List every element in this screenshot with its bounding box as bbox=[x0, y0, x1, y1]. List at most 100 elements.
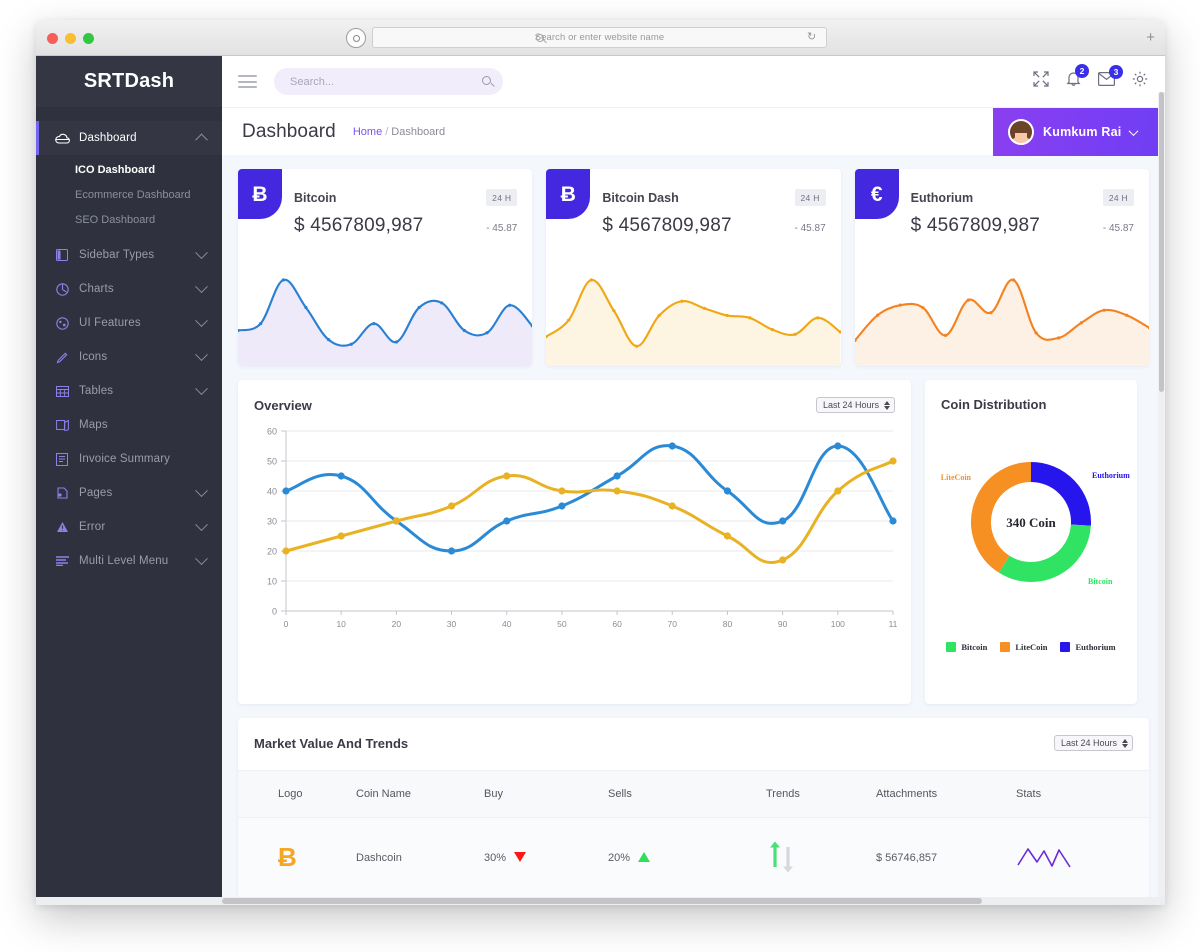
market-table: Logo Coin Name Buy Sells Trends Attachme… bbox=[238, 770, 1149, 898]
gear-icon[interactable] bbox=[1132, 71, 1148, 92]
sidebar-item-ui-features[interactable]: UI Features bbox=[36, 306, 222, 340]
sidebar-item-label: Maps bbox=[79, 419, 108, 431]
svg-text:10: 10 bbox=[336, 619, 346, 629]
svg-text:50: 50 bbox=[267, 457, 277, 467]
sidebar-item-label: Sidebar Types bbox=[79, 249, 155, 261]
sidebar-item-label: Pages bbox=[79, 487, 113, 499]
coin-period-badge: 24 H bbox=[1102, 189, 1134, 206]
brand-logo[interactable]: SRTDash bbox=[36, 56, 222, 107]
brand-text: SRTDash bbox=[83, 70, 175, 92]
hamburger-icon[interactable] bbox=[238, 72, 257, 92]
svg-text:0: 0 bbox=[284, 619, 289, 629]
legend-item[interactable]: Bitcoin bbox=[946, 642, 987, 652]
sidebar-item-tables[interactable]: Tables bbox=[36, 374, 222, 408]
sidebar-item-sidebar-types[interactable]: Sidebar Types bbox=[36, 238, 222, 272]
coin-symbol: Ƀ bbox=[560, 182, 576, 206]
coin-card-euthorium[interactable]: € Euthorium 24 H $ 4567809,987 - 45.87 bbox=[854, 169, 1149, 366]
table-header-row: Logo Coin Name Buy Sells Trends Attachme… bbox=[238, 770, 1149, 818]
sidebar-item-charts[interactable]: Charts bbox=[36, 272, 222, 306]
donut-legend: Bitcoin LiteCoin Euthorium bbox=[925, 642, 1137, 652]
user-menu[interactable]: Kumkum Rai bbox=[993, 108, 1165, 156]
sidebar-item-multi-level-menu[interactable]: Multi Level Menu bbox=[36, 544, 222, 578]
cell-coin-name: Dashcoin bbox=[356, 817, 484, 898]
table-row[interactable]: Ƀ Dashcoin 30% 20% $ 56746,857 bbox=[238, 817, 1149, 898]
legend-label: Bitcoin bbox=[961, 642, 988, 652]
coin-price: $ 4567809,987 bbox=[910, 215, 1041, 236]
period-label: Last 24 Hours bbox=[1060, 738, 1117, 748]
fullscreen-icon[interactable] bbox=[1033, 71, 1049, 92]
svg-text:11: 11 bbox=[889, 619, 898, 629]
envelope-badge: 3 bbox=[1109, 65, 1123, 79]
sells-value: 20% bbox=[608, 851, 631, 864]
chevron-down-icon bbox=[195, 279, 208, 293]
envelope-icon[interactable]: 3 bbox=[1098, 65, 1123, 91]
reload-icon[interactable]: ↻ bbox=[807, 32, 818, 43]
search-input[interactable] bbox=[274, 68, 503, 95]
search-icon[interactable] bbox=[482, 76, 491, 85]
coin-card-bitcoin-dash[interactable]: Ƀ Bitcoin Dash 24 H $ 4567809,987 - 45.8… bbox=[546, 169, 841, 366]
sidebar-item-dashboard[interactable]: Dashboard bbox=[36, 121, 222, 155]
sidebar-subitem-seo-dashboard[interactable]: SEO Dashboard bbox=[36, 207, 222, 232]
coin-name: Euthorium bbox=[910, 190, 974, 205]
column-header-coin-name: Coin Name bbox=[356, 770, 484, 818]
sidebar-submenu-dashboard: ICO Dashboard Ecommerce Dashboard SEO Da… bbox=[36, 155, 222, 238]
panel-title: Overview bbox=[254, 397, 312, 413]
cell-attachments: $ 56746,857 bbox=[876, 817, 1016, 898]
coin-change: - 45.87 bbox=[486, 223, 518, 234]
vertical-scrollbar[interactable] bbox=[1158, 92, 1165, 905]
coin-price: $ 4567809,987 bbox=[602, 215, 732, 236]
coin-price: $ 4567809,987 bbox=[294, 215, 424, 236]
coin-symbol: Ƀ bbox=[252, 182, 268, 206]
coin-card-bitcoin[interactable]: Ƀ Bitcoin 24 H $ 4567809,987 - 45.87 bbox=[238, 169, 533, 366]
chevron-down-icon bbox=[195, 347, 208, 361]
topbar-actions: 2 3 bbox=[1033, 64, 1151, 92]
scrollbar-thumb[interactable] bbox=[1159, 92, 1164, 392]
sidebar-item-error[interactable]: Error bbox=[36, 510, 222, 544]
sidebar-item-pages[interactable]: Pages bbox=[36, 476, 222, 510]
topbar: 2 3 bbox=[222, 56, 1165, 107]
stats-sparkline-icon bbox=[1017, 848, 1071, 868]
compass-icon[interactable] bbox=[346, 28, 366, 48]
sidebar-subitem-ico-dashboard[interactable]: ICO Dashboard bbox=[36, 157, 222, 182]
svg-text:60: 60 bbox=[267, 427, 277, 437]
sidebar-item-invoice-summary[interactable]: Invoice Summary bbox=[36, 442, 222, 476]
maximize-window-button[interactable] bbox=[83, 33, 94, 44]
cell-buy: 30% bbox=[484, 817, 608, 898]
pencil-icon bbox=[54, 350, 70, 364]
sidebar-item-label: Icons bbox=[79, 351, 108, 363]
legend-item[interactable]: Euthorium bbox=[1060, 642, 1116, 652]
user-name: Kumkum Rai bbox=[1043, 125, 1122, 139]
svg-text:80: 80 bbox=[723, 619, 733, 629]
bell-icon[interactable]: 2 bbox=[1066, 64, 1089, 92]
sidebar-item-maps[interactable]: Maps bbox=[36, 408, 222, 442]
svg-text:30: 30 bbox=[267, 517, 277, 527]
svg-text:10: 10 bbox=[267, 577, 277, 587]
list-icon bbox=[54, 554, 70, 568]
close-window-button[interactable] bbox=[47, 33, 58, 44]
sidebar-subitem-ecommerce-dashboard[interactable]: Ecommerce Dashboard bbox=[36, 182, 222, 207]
bitcoin-icon: Ƀ bbox=[238, 169, 282, 219]
sidebar-item-label: Dashboard bbox=[79, 132, 137, 144]
address-bar[interactable]: Search or enter website name ↻ bbox=[372, 27, 827, 48]
legend-swatch bbox=[946, 642, 957, 652]
breadcrumb: Home / Dashboard bbox=[353, 126, 445, 138]
search-icon bbox=[536, 34, 544, 42]
sidebar-item-icons[interactable]: Icons bbox=[36, 340, 222, 374]
plus-icon[interactable]: + bbox=[1146, 30, 1155, 45]
invoice-icon bbox=[54, 452, 70, 466]
sidebar-nav: Dashboard ICO Dashboard Ecommerce Dashbo… bbox=[36, 107, 222, 578]
overview-period-select[interactable]: Last 24 Hours bbox=[815, 397, 895, 413]
column-header-stats: Stats bbox=[1016, 770, 1149, 818]
svg-text:60: 60 bbox=[612, 619, 622, 629]
legend-item[interactable]: LiteCoin bbox=[1000, 642, 1047, 652]
breadcrumb-home[interactable]: Home bbox=[353, 126, 382, 138]
market-period-select[interactable]: Last 24 Hours bbox=[1053, 735, 1133, 751]
sidebar-icon bbox=[54, 248, 70, 262]
cloud-icon bbox=[54, 131, 70, 145]
scrollbar-thumb[interactable] bbox=[222, 898, 982, 904]
horizontal-scrollbar[interactable] bbox=[36, 897, 1165, 905]
coin-change: - 45.87 bbox=[1102, 223, 1134, 234]
sparkline-chart bbox=[238, 278, 533, 366]
minimize-window-button[interactable] bbox=[65, 33, 76, 44]
svg-text:30: 30 bbox=[447, 619, 457, 629]
